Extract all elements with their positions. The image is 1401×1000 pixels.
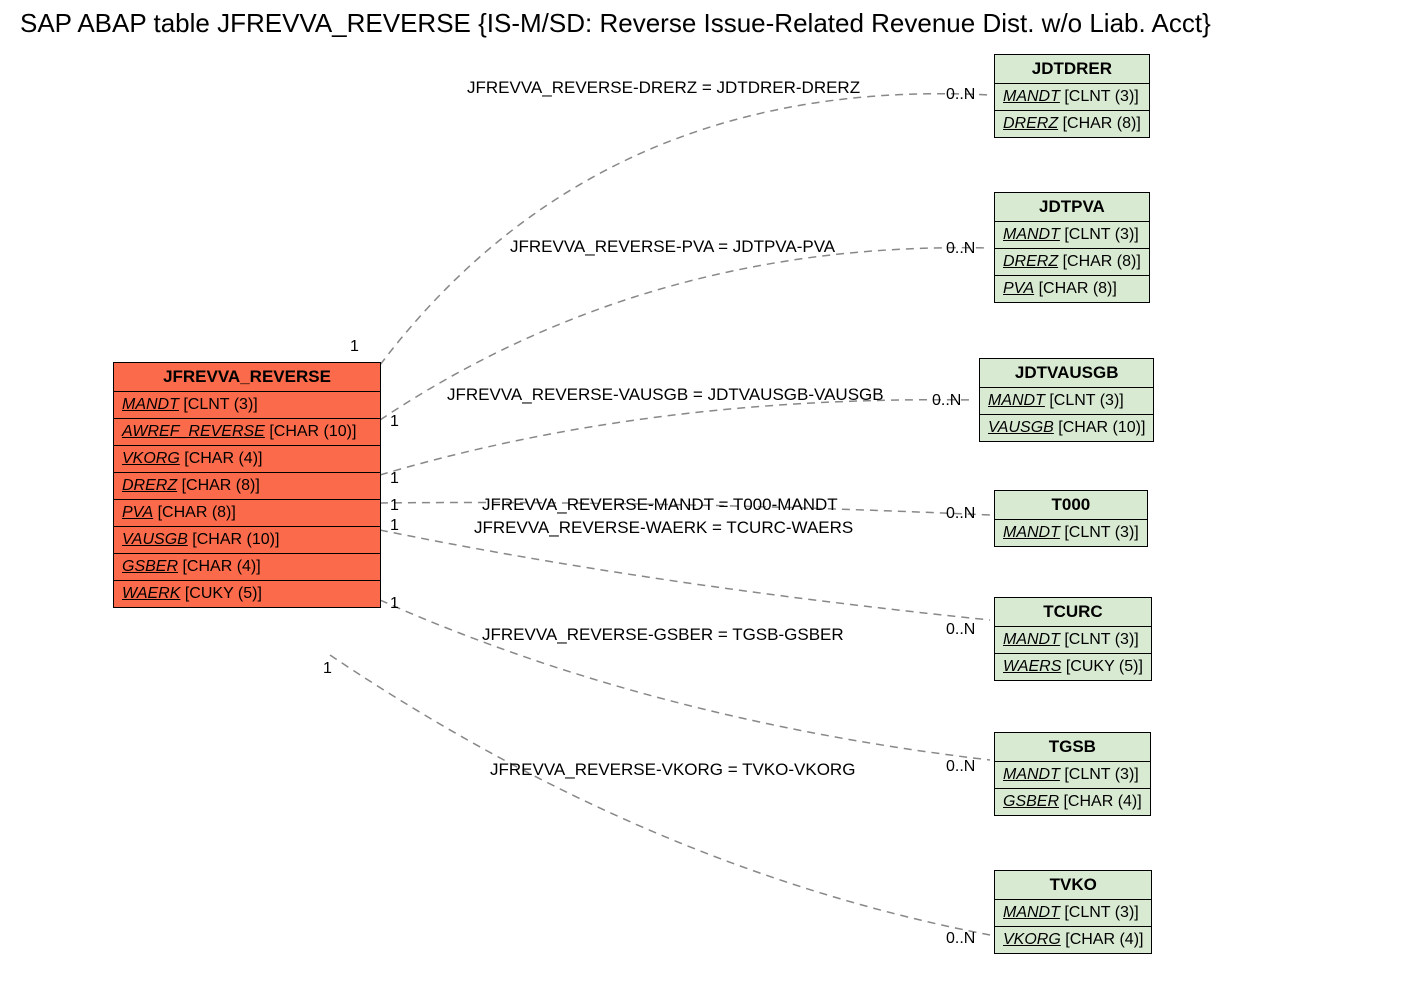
entity-header: T000 bbox=[995, 491, 1147, 520]
entity-jdtpva: JDTPVA MANDT [CLNT (3)] DRERZ [CHAR (8)]… bbox=[994, 192, 1150, 303]
field-row: GSBER [CHAR (4)] bbox=[114, 554, 380, 581]
field-row: VKORG [CHAR (4)] bbox=[114, 446, 380, 473]
cardinality-one: 1 bbox=[390, 595, 399, 613]
field-row: MANDT [CLNT (3)] bbox=[980, 388, 1153, 415]
field-row: WAERS [CUKY (5)] bbox=[995, 654, 1151, 680]
relationship-label: JFREVVA_REVERSE-VKORG = TVKO-VKORG bbox=[490, 760, 855, 780]
cardinality-one: 1 bbox=[390, 413, 399, 431]
field-row: MANDT [CLNT (3)] bbox=[995, 627, 1151, 654]
entity-tgsb: TGSB MANDT [CLNT (3)] GSBER [CHAR (4)] bbox=[994, 732, 1151, 816]
cardinality-one: 1 bbox=[390, 497, 399, 515]
cardinality-many: 0..N bbox=[946, 240, 975, 258]
relationship-label: JFREVVA_REVERSE-GSBER = TGSB-GSBER bbox=[482, 625, 844, 645]
entity-header: TVKO bbox=[995, 871, 1151, 900]
entity-jdtdrer: JDTDRER MANDT [CLNT (3)] DRERZ [CHAR (8)… bbox=[994, 54, 1150, 138]
cardinality-many: 0..N bbox=[932, 392, 961, 410]
field-row: MANDT [CLNT (3)] bbox=[995, 900, 1151, 927]
relationship-label: JFREVVA_REVERSE-WAERK = TCURC-WAERS bbox=[474, 518, 853, 538]
cardinality-many: 0..N bbox=[946, 930, 975, 948]
entity-header: JDTPVA bbox=[995, 193, 1149, 222]
relationship-label: JFREVVA_REVERSE-PVA = JDTPVA-PVA bbox=[510, 237, 835, 257]
relationship-label: JFREVVA_REVERSE-VAUSGB = JDTVAUSGB-VAUSG… bbox=[447, 385, 884, 405]
entity-t000: T000 MANDT [CLNT (3)] bbox=[994, 490, 1148, 547]
cardinality-many: 0..N bbox=[946, 86, 975, 104]
field-row: PVA [CHAR (8)] bbox=[114, 500, 380, 527]
entity-tvko: TVKO MANDT [CLNT (3)] VKORG [CHAR (4)] bbox=[994, 870, 1152, 954]
diagram-title: SAP ABAP table JFREVVA_REVERSE {IS-M/SD:… bbox=[20, 8, 1211, 39]
field-row: VKORG [CHAR (4)] bbox=[995, 927, 1151, 953]
entity-header: JDTDRER bbox=[995, 55, 1149, 84]
relationship-label: JFREVVA_REVERSE-MANDT = T000-MANDT bbox=[482, 495, 838, 515]
field-row: DRERZ [CHAR (8)] bbox=[995, 249, 1149, 276]
entity-header: TGSB bbox=[995, 733, 1150, 762]
cardinality-one: 1 bbox=[390, 470, 399, 488]
field-row: WAERK [CUKY (5)] bbox=[114, 581, 380, 607]
field-row: GSBER [CHAR (4)] bbox=[995, 789, 1150, 815]
field-row: DRERZ [CHAR (8)] bbox=[995, 111, 1149, 137]
field-row: VAUSGB [CHAR (10)] bbox=[114, 527, 380, 554]
field-row: MANDT [CLNT (3)] bbox=[995, 762, 1150, 789]
entity-tcurc: TCURC MANDT [CLNT (3)] WAERS [CUKY (5)] bbox=[994, 597, 1152, 681]
field-row: VAUSGB [CHAR (10)] bbox=[980, 415, 1153, 441]
entity-header: JDTVAUSGB bbox=[980, 359, 1153, 388]
relationship-label: JFREVVA_REVERSE-DRERZ = JDTDRER-DRERZ bbox=[467, 78, 860, 98]
entity-header: TCURC bbox=[995, 598, 1151, 627]
cardinality-many: 0..N bbox=[946, 758, 975, 776]
entity-jfrevva-reverse: JFREVVA_REVERSE MANDT [CLNT (3)] AWREF_R… bbox=[113, 362, 381, 608]
cardinality-many: 0..N bbox=[946, 505, 975, 523]
field-row: AWREF_REVERSE [CHAR (10)] bbox=[114, 419, 380, 446]
field-row: MANDT [CLNT (3)] bbox=[995, 520, 1147, 546]
entity-header: JFREVVA_REVERSE bbox=[114, 363, 380, 392]
cardinality-one: 1 bbox=[350, 338, 359, 356]
field-row: DRERZ [CHAR (8)] bbox=[114, 473, 380, 500]
entity-jdtvausgb: JDTVAUSGB MANDT [CLNT (3)] VAUSGB [CHAR … bbox=[979, 358, 1154, 442]
field-row: MANDT [CLNT (3)] bbox=[995, 222, 1149, 249]
cardinality-many: 0..N bbox=[946, 621, 975, 639]
field-row: MANDT [CLNT (3)] bbox=[114, 392, 380, 419]
field-row: PVA [CHAR (8)] bbox=[995, 276, 1149, 302]
cardinality-one: 1 bbox=[323, 660, 332, 678]
field-row: MANDT [CLNT (3)] bbox=[995, 84, 1149, 111]
cardinality-one: 1 bbox=[390, 517, 399, 535]
